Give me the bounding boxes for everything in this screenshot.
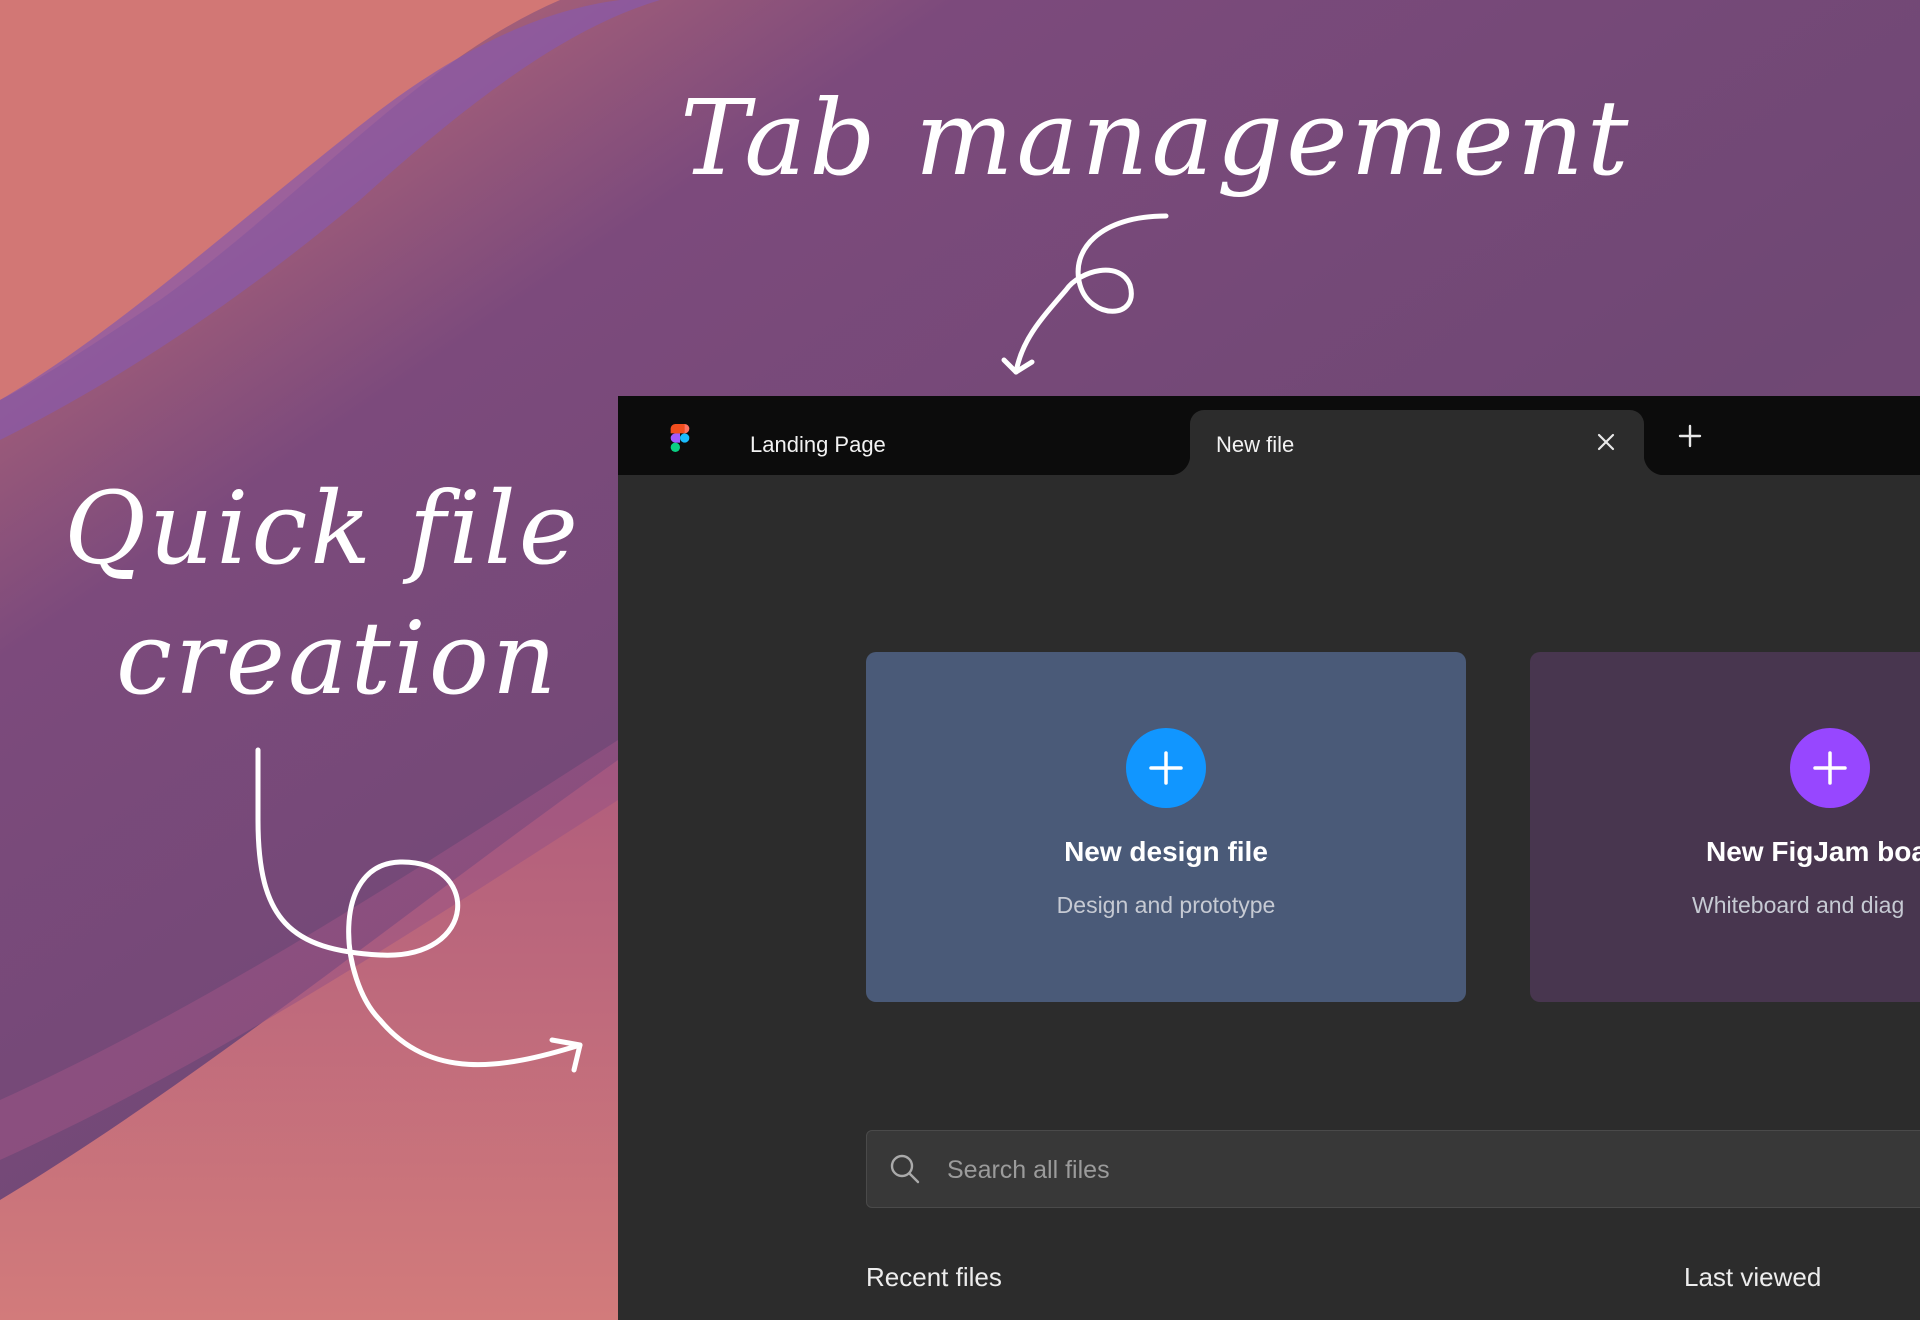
card-subtitle: Design and prototype <box>1056 892 1276 918</box>
new-figjam-board-card[interactable]: New FigJam boa Whiteboard and diag <box>1530 652 1920 1002</box>
sort-last-viewed[interactable]: Last viewed <box>1684 1262 1821 1293</box>
tab-management-annotation: Tab management <box>680 77 1632 199</box>
new-design-file-card[interactable]: New design file Design and prototype <box>866 652 1466 1002</box>
tab-new-file[interactable]: New file <box>1170 410 1664 475</box>
tab-bar: Landing Page New file <box>618 396 1920 475</box>
close-icon[interactable] <box>1594 430 1618 454</box>
recent-files-heading: Recent files <box>866 1262 1002 1292</box>
app-window: Landing Page New file New design file De… <box>618 396 1920 1320</box>
tab-label: Landing Page <box>750 432 886 457</box>
quick-file-creation-annotation: Quick file creation <box>64 464 581 724</box>
annotation-line-1: Quick file <box>64 470 581 587</box>
figma-logo-icon[interactable] <box>668 424 692 452</box>
search-icon <box>890 1154 920 1184</box>
annotation-line-2: creation <box>116 600 560 717</box>
add-figjam-button[interactable] <box>1790 728 1870 808</box>
search-input[interactable] <box>945 1147 1849 1193</box>
plus-icon[interactable] <box>1676 422 1704 450</box>
tab-label: New file <box>1216 432 1295 457</box>
add-design-button[interactable] <box>1126 728 1206 808</box>
plus-icon <box>1813 751 1847 785</box>
plus-icon <box>1149 751 1183 785</box>
card-subtitle: Whiteboard and diag <box>1692 892 1905 918</box>
card-title: New design file <box>1064 836 1268 867</box>
search-bar[interactable] <box>866 1130 1920 1208</box>
card-title: New FigJam boa <box>1706 836 1920 867</box>
